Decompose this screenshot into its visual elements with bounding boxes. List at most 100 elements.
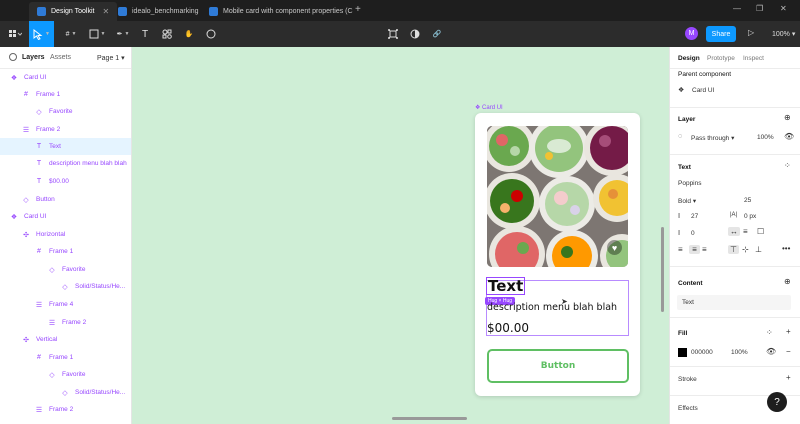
close-tab-icon[interactable]: ✕ <box>102 7 109 16</box>
layer-price[interactable]: T $00.00 <box>0 173 131 190</box>
card-description-text[interactable]: description menu blah blah <box>487 302 617 313</box>
letter-spacing-input[interactable]: 0 px <box>744 213 756 220</box>
contrast-button[interactable] <box>408 21 422 47</box>
layer-frame-1[interactable]: # Frame 1 <box>0 86 131 103</box>
parent-component-link[interactable]: Card UI <box>692 87 714 94</box>
add-fill-icon[interactable]: + <box>786 327 791 336</box>
more-options-icon[interactable]: ••• <box>782 244 790 253</box>
component-actions-button[interactable] <box>386 21 400 47</box>
fixed-size-icon[interactable]: ☐ <box>757 227 764 236</box>
pen-tool-button[interactable]: ✒ ▼ <box>112 21 134 47</box>
tab-design-toolkit[interactable]: Design Toolkit ✕ <box>29 2 118 21</box>
align-right-icon[interactable]: ≡ <box>702 245 707 254</box>
layer-frame-2[interactable]: ☰ Frame 2 <box>0 121 131 138</box>
font-size-input[interactable]: 25 <box>744 197 751 204</box>
zoom-dropdown[interactable]: 100% ▾ <box>772 30 795 38</box>
frame-tool-button[interactable]: # ▼ <box>60 21 82 47</box>
food-bowls-image[interactable]: ♥ <box>487 126 628 267</box>
align-top-icon[interactable]: ⊤ <box>728 245 739 254</box>
layer-horizontal[interactable]: ✣ Horizontal <box>0 226 131 243</box>
tab-layers[interactable]: Layers <box>22 54 45 61</box>
search-icon[interactable] <box>9 53 17 61</box>
card-price-text[interactable]: $00.00 <box>487 321 529 335</box>
maximize-icon[interactable]: ❐ <box>756 4 763 13</box>
autolayout-icon: ☰ <box>35 301 43 309</box>
layer-favorite[interactable]: ◇ Favorite <box>0 261 131 278</box>
content-heading: Content <box>678 280 703 287</box>
layer-card-ui-set[interactable]: ❖ Card UI <box>0 208 131 225</box>
content-property-icon[interactable]: ⊕ <box>784 277 791 286</box>
layer-card-ui[interactable]: ❖ Card UI <box>0 69 131 86</box>
close-window-icon[interactable]: ✕ <box>780 4 787 13</box>
layer-favorite[interactable]: ◇ Favorite <box>0 366 131 383</box>
design-canvas[interactable]: ❖ Card UI ♥ Text Hug × Hug description m… <box>132 47 669 424</box>
minimize-icon[interactable]: — <box>733 4 741 13</box>
line-height-input[interactable]: 27 <box>691 213 698 220</box>
tab-prototype[interactable]: Prototype <box>707 55 735 62</box>
layer-description[interactable]: T description menu blah blah <box>0 155 131 172</box>
shape-tool-button[interactable]: ▼ <box>86 21 108 47</box>
font-weight-dropdown[interactable]: Bold ▾ <box>678 197 696 205</box>
user-avatar[interactable]: M <box>685 27 698 40</box>
align-bottom-icon[interactable]: ⊥ <box>755 245 762 254</box>
present-icon[interactable]: ▷ <box>748 28 754 37</box>
favorite-heart-icon[interactable]: ♥ <box>607 240 622 255</box>
layer-opacity-input[interactable]: 100% <box>757 134 774 141</box>
layer-solid-status[interactable]: ◇ Solid/Status/He... <box>0 278 131 295</box>
text-tool-button[interactable]: T <box>138 21 152 47</box>
layer-button[interactable]: ◇ Button <box>0 191 131 208</box>
card-component[interactable]: ♥ Text Hug × Hug description menu blah b… <box>475 113 640 396</box>
tab-inspect[interactable]: Inspect <box>743 55 764 62</box>
main-menu-button[interactable] <box>4 21 26 47</box>
tab-mobile-card[interactable]: Mobile card with component properties (C <box>201 2 361 21</box>
align-center-icon[interactable]: ≡ <box>689 245 700 254</box>
layer-vertical[interactable]: ✣ Vertical <box>0 331 131 348</box>
card-button[interactable]: Button <box>487 349 629 383</box>
comment-tool-button[interactable] <box>204 21 218 47</box>
new-tab-button[interactable]: + <box>355 4 361 15</box>
layer-frame-2[interactable]: ☰ Frame 2 <box>0 314 131 331</box>
component-icon: ❖ <box>678 87 685 94</box>
go-to-main-icon[interactable]: ⊕ <box>784 113 791 122</box>
share-button[interactable]: Share <box>706 26 736 42</box>
font-family-dropdown[interactable]: Poppins <box>678 180 702 187</box>
fill-color-swatch[interactable] <box>678 348 687 357</box>
hand-tool-button[interactable]: ✋ <box>182 21 196 47</box>
layer-favorite[interactable]: ◇ Favorite <box>0 103 131 120</box>
tab-design[interactable]: Design <box>678 55 700 62</box>
fill-hex-input[interactable]: 000000 <box>691 349 713 356</box>
tab-idealo-benchmarking[interactable]: idealo_benchmarking <box>110 2 207 21</box>
auto-height-icon[interactable]: ≡ <box>743 227 748 236</box>
tab-assets[interactable]: Assets <box>50 54 71 61</box>
text-styles-icon[interactable]: ⁘ <box>784 161 791 170</box>
content-input[interactable]: Text <box>677 295 791 310</box>
vertical-scrollbar[interactable] <box>661 227 664 312</box>
layer-frame-1[interactable]: # Frame 1 <box>0 349 131 366</box>
eye-icon[interactable]: 👁 <box>784 132 794 141</box>
frame-label[interactable]: ❖ Card UI <box>475 104 503 111</box>
fill-styles-icon[interactable]: ⁘ <box>766 328 773 337</box>
help-button[interactable]: ? <box>767 392 787 412</box>
move-tool-button[interactable]: ▼ <box>29 21 54 47</box>
layer-frame-1[interactable]: # Frame 1 <box>0 243 131 260</box>
fill-opacity-input[interactable]: 100% <box>731 349 748 356</box>
layer-text-selected[interactable]: T Text <box>0 138 131 155</box>
link-button[interactable]: 🔗 <box>430 21 444 47</box>
page-selector[interactable]: Page 1 ▾ <box>97 54 125 62</box>
layer-solid-status[interactable]: ◇ Solid/Status/He... <box>0 384 131 401</box>
horizontal-scrollbar[interactable] <box>392 417 467 420</box>
fill-section: Fill ⁘ + 000000 100% 👁 − <box>670 317 800 365</box>
auto-width-icon[interactable]: ↔ <box>728 227 740 236</box>
blend-mode-dropdown[interactable]: Pass through ▾ <box>691 134 734 142</box>
paragraph-spacing-input[interactable]: 0 <box>691 230 695 237</box>
add-stroke-icon[interactable]: + <box>786 373 791 382</box>
figma-file-icon <box>118 7 127 16</box>
align-left-icon[interactable]: ≡ <box>678 245 683 254</box>
eye-icon[interactable]: 👁 <box>766 347 776 356</box>
layer-frame-2[interactable]: ☰ Frame 2 <box>0 401 131 418</box>
layer-frame-4[interactable]: ☰ Frame 4 <box>0 296 131 313</box>
align-middle-icon[interactable]: ⊹ <box>742 245 749 254</box>
remove-fill-icon[interactable]: − <box>786 347 791 356</box>
resources-button[interactable] <box>160 21 174 47</box>
card-title-text[interactable]: Text <box>486 277 526 295</box>
